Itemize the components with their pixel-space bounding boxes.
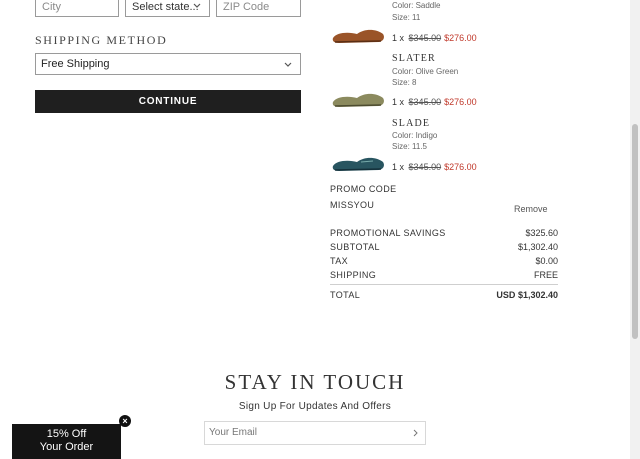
zip-placeholder: ZIP Code — [223, 1, 270, 13]
shipping-selected: Free Shipping — [41, 58, 110, 70]
newsletter-title: STAY IN TOUCH — [224, 370, 406, 394]
newsletter-subtitle: Sign Up For Updates And Offers — [238, 401, 392, 412]
city-placeholder: City — [42, 1, 61, 13]
zip-input[interactable]: ZIP Code — [216, 0, 301, 17]
promo-remove-link[interactable]: Remove — [514, 204, 548, 214]
tax-value: $0.00 — [535, 256, 558, 266]
shipping-label: SHIPPING — [330, 270, 377, 280]
popup-line1: 15% Off — [46, 428, 87, 440]
email-input[interactable]: Your Email — [204, 421, 426, 445]
item-3-size: Size: 11.5 — [392, 142, 427, 151]
subtotal-label: SUBTOTAL — [330, 242, 380, 252]
state-selected: Select state... — [132, 1, 199, 13]
item-2-price: 1 x $345.00 $276.00 — [392, 97, 477, 107]
item-1-size: Size: 11 — [392, 13, 421, 22]
savings-label: PROMOTIONAL SAVINGS — [330, 228, 446, 238]
summary-divider — [330, 284, 558, 285]
savings-value: $325.60 — [525, 228, 558, 238]
shoe-thumbnail — [332, 93, 384, 107]
email-placeholder: Your Email — [209, 427, 257, 438]
item-1-price: 1 x $345.00 $276.00 — [392, 33, 477, 43]
promo-code-label: PROMO CODE — [330, 184, 397, 194]
chevron-right-icon[interactable] — [411, 429, 419, 437]
item-2-color: Color: Olive Green — [392, 67, 459, 76]
shipping-method-select[interactable]: Free Shipping — [35, 53, 301, 75]
total-value: USD $1,302.40 — [496, 290, 558, 300]
promo-code-value: MISSYOU — [330, 200, 375, 210]
close-icon[interactable]: × — [119, 415, 131, 427]
item-2-name: SLATER — [392, 53, 436, 64]
total-amount: $1,302.40 — [517, 290, 558, 300]
chevron-down-icon — [193, 3, 201, 8]
total-label: TOTAL — [330, 290, 361, 300]
item-2-size: Size: 8 — [392, 78, 417, 87]
city-input[interactable]: City — [35, 0, 119, 17]
item-3-color: Color: Indigo — [392, 131, 438, 140]
subtotal-value: $1,302.40 — [517, 242, 558, 252]
currency-code: USD — [496, 290, 516, 300]
item-3-name: SLADE — [392, 118, 431, 129]
shipping-value: FREE — [533, 270, 558, 280]
item-1-color: Color: Saddle — [392, 1, 441, 10]
chevron-down-icon — [284, 62, 292, 67]
scrollbar-thumb[interactable] — [632, 124, 638, 339]
continue-button[interactable]: CONTINUE — [35, 90, 301, 113]
shipping-method-title: SHIPPING METHOD — [35, 33, 168, 47]
shoe-thumbnail — [332, 29, 384, 43]
shoe-thumbnail — [332, 157, 384, 171]
state-select[interactable]: Select state... — [125, 0, 210, 17]
popup-line2: Your Order — [39, 441, 94, 453]
item-3-price: 1 x $345.00 $276.00 — [392, 162, 477, 172]
discount-popup[interactable]: 15% Off Your Order — [12, 424, 121, 459]
tax-label: TAX — [330, 256, 349, 266]
